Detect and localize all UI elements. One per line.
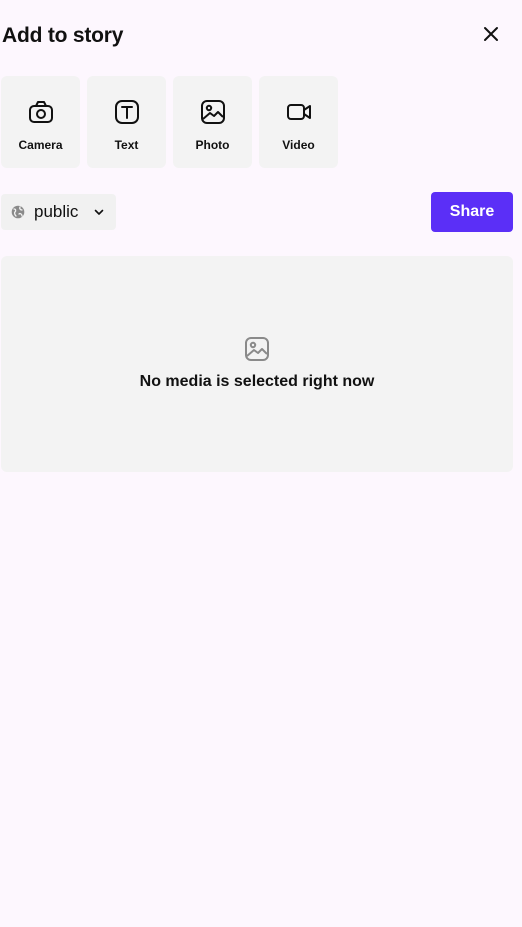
globe-icon: [10, 204, 26, 220]
photo-tile[interactable]: Photo: [173, 76, 252, 168]
story-type-tiles: Camera Text Photo Video: [1, 76, 338, 168]
photo-icon: [199, 98, 227, 126]
media-preview-area: No media is selected right now: [1, 256, 513, 472]
video-icon: [285, 98, 313, 126]
page-title: Add to story: [2, 24, 124, 47]
close-icon: [483, 26, 499, 47]
empty-media-message: No media is selected right now: [139, 373, 375, 390]
video-tile[interactable]: Video: [259, 76, 338, 168]
video-label: Video: [282, 138, 315, 152]
close-button[interactable]: [477, 22, 505, 50]
camera-icon: [27, 98, 55, 126]
share-button[interactable]: Share: [431, 192, 513, 232]
camera-label: Camera: [18, 138, 63, 152]
visibility-value: public: [34, 202, 79, 221]
text-tile[interactable]: Text: [87, 76, 166, 168]
text-icon: [113, 98, 141, 126]
story-header: Add to story: [0, 0, 522, 72]
visibility-select[interactable]: public: [1, 194, 116, 230]
photo-label: Photo: [195, 138, 230, 152]
camera-tile[interactable]: Camera: [1, 76, 80, 168]
text-label: Text: [114, 138, 139, 152]
chevron-down-icon: [93, 206, 105, 218]
image-placeholder-icon: [243, 335, 271, 363]
